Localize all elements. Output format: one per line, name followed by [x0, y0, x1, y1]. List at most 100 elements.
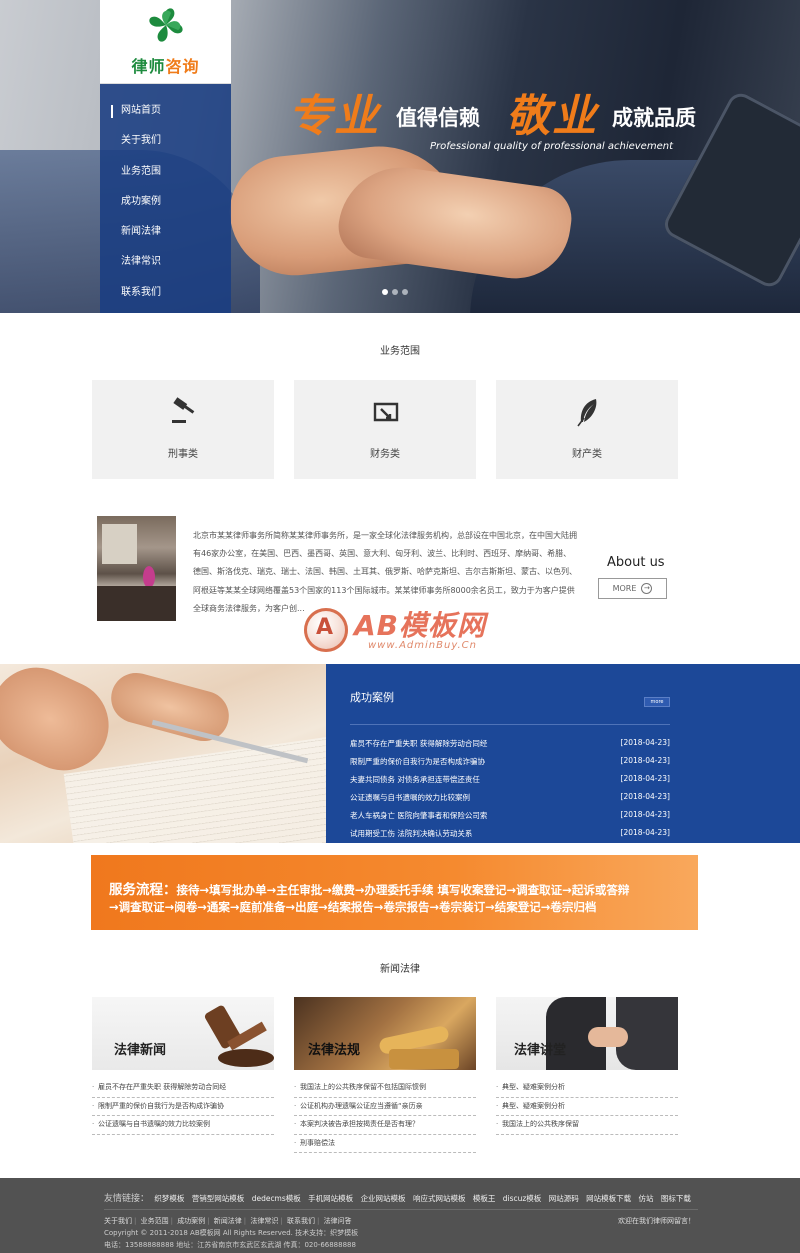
- news-item[interactable]: 本案判决被告承担按揭责任是否有理？: [294, 1116, 476, 1135]
- news-column-legal-news: 法律新闻 雇员不存在严重失职 获得解除劳动合同经 限制严重的保价自我行为是否构成…: [92, 997, 274, 1135]
- process-heading: 服务流程：: [109, 882, 177, 898]
- friend-link[interactable]: 营销型网站模板: [192, 1194, 245, 1203]
- news-item[interactable]: 刑事赔偿法: [294, 1135, 476, 1153]
- friend-link[interactable]: 织梦模板: [154, 1194, 184, 1203]
- about-heading: About us: [607, 555, 665, 570]
- case-row[interactable]: 限制严重的保价自我行为是否构成诈骗协 [2018-04-23]: [350, 756, 670, 774]
- cases-photo: [0, 664, 326, 843]
- case-row[interactable]: 夫妻共同债务 对债务承担连带偿还责任 [2018-04-23]: [350, 774, 670, 792]
- footer-nav-link[interactable]: 成功案例: [177, 1217, 205, 1225]
- finance-icon: [373, 402, 399, 422]
- divider: [104, 1209, 698, 1210]
- case-row[interactable]: 公证遗嘱与自书遗嘱的效力比较案例 [2018-04-23]: [350, 792, 670, 810]
- carousel-dot[interactable]: [402, 289, 408, 295]
- nav-item-contact[interactable]: 联系我们: [100, 278, 231, 308]
- carousel-dot[interactable]: [392, 289, 398, 295]
- friend-links: 友情链接： 织梦模板 营销型网站模板 dedecms模板 手机网站模板 企业网站…: [104, 1191, 696, 1204]
- case-row[interactable]: 老人车祸身亡 医院向肇事者和保险公司索 [2018-04-23]: [350, 810, 670, 828]
- watermark-title: AB模板网: [354, 609, 487, 642]
- footer-nav: 关于我们 | 业务范围 | 成功案例 | 新闻法律 | 法律常识 | 联系我们 | 法律问答: [104, 1217, 352, 1225]
- news-column-lecture: 法律讲堂 典型、疑难案例分析 典型、疑难案例分析 我国法上的公共秩序保留: [496, 997, 678, 1135]
- pinwheel-logo-icon: [149, 8, 183, 42]
- logo-text: 律师咨询: [131, 57, 200, 76]
- nav-item-knowledge[interactable]: 法律常识: [100, 247, 231, 277]
- news-image[interactable]: 法律讲堂: [496, 997, 678, 1070]
- service-label: 刑事类: [168, 449, 198, 460]
- case-row[interactable]: 雇员不存在严重失职 获得解除劳动合同经 [2018-04-23]: [350, 738, 670, 756]
- news-item[interactable]: 雇员不存在严重失职 获得解除劳动合同经: [92, 1079, 274, 1098]
- about-office-image: [97, 516, 176, 621]
- news-list: 典型、疑难案例分析 典型、疑难案例分析 我国法上的公共秩序保留: [496, 1079, 678, 1135]
- gavel-icon: [172, 397, 195, 423]
- slogan-text-1: 值得信赖: [396, 106, 480, 130]
- carousel-dot[interactable]: [382, 289, 388, 295]
- friend-link[interactable]: 网站源码: [549, 1194, 579, 1203]
- news-item[interactable]: 公证机构办理遗嘱公证应当遵循“亲历亲: [294, 1098, 476, 1116]
- cases-panel: 成功案例 more 雇员不存在严重失职 获得解除劳动合同经 [2018-04-23…: [326, 664, 800, 843]
- slogan-english: Professional quality of professional ach…: [430, 141, 673, 152]
- slogan-calligraphy-2: 敬业: [506, 91, 598, 142]
- news-list: 雇员不存在严重失职 获得解除劳动合同经 限制严重的保价自我行为是否构成诈骗协 公…: [92, 1079, 274, 1135]
- friend-link[interactable]: 图标下载: [661, 1194, 691, 1203]
- nav-item-cases[interactable]: 成功案例: [100, 187, 231, 217]
- news-item[interactable]: 公证遗嘱与自书遗嘱的效力比较案例: [92, 1116, 274, 1135]
- news-caption: 法律法规: [308, 1043, 361, 1058]
- more-label: MORE: [612, 584, 637, 593]
- news-image[interactable]: 法律新闻: [92, 997, 274, 1070]
- service-card-finance[interactable]: 财务类: [294, 380, 476, 479]
- news-caption: 法律新闻: [114, 1043, 167, 1058]
- process-line-1: 服务流程：接待→填写批办单→主任审批→缴费→办理委托手续 填写收案登记→调查取证…: [109, 882, 630, 898]
- friend-link[interactable]: 手机网站模板: [308, 1194, 353, 1203]
- footer-nav-link[interactable]: 联系我们: [287, 1217, 315, 1225]
- footer-nav-link[interactable]: 新闻法律: [214, 1217, 242, 1225]
- friend-link[interactable]: 模板王: [473, 1194, 496, 1203]
- side-navigation: 律师咨询 网站首页 关于我们 业务范围 成功案例 新闻法律 法律常识 联系我们: [100, 0, 231, 313]
- news-caption: 法律讲堂: [514, 1043, 567, 1058]
- news-item[interactable]: 我国法上的公共秩序保留不包括国际惯例: [294, 1079, 476, 1098]
- footer-contact: 电话：13588888888 地址：江苏省南京市玄武区玄武湖 传真：020-66…: [104, 1241, 356, 1249]
- banner-slogan: 专业 值得信赖 敬业 成就品质: [288, 80, 728, 142]
- nav-item-services[interactable]: 业务范围: [100, 157, 231, 187]
- watermark-logo: A AB模板网 www.AdminBuy.Cn: [304, 602, 514, 672]
- friend-link[interactable]: 企业网站模板: [361, 1194, 406, 1203]
- news-item[interactable]: 典型、疑难案例分析: [496, 1079, 678, 1098]
- friend-link[interactable]: 网站模板下载: [586, 1194, 631, 1203]
- nav-item-news[interactable]: 新闻法律: [100, 217, 231, 247]
- news-item[interactable]: 我国法上的公共秩序保留: [496, 1116, 678, 1135]
- news-item[interactable]: 限制严重的保价自我行为是否构成诈骗协: [92, 1098, 274, 1116]
- friend-link[interactable]: 仿站: [638, 1194, 653, 1203]
- logo[interactable]: 律师咨询: [100, 0, 231, 84]
- friend-link[interactable]: dedecms模板: [252, 1194, 301, 1203]
- watermark-url: www.AdminBuy.Cn: [368, 640, 477, 651]
- cases-title: 成功案例: [350, 691, 394, 704]
- news-column-regulations: 法律法规 我国法上的公共秩序保留不包括国际惯例 公证机构办理遗嘱公证应当遵循“亲…: [294, 997, 476, 1153]
- cases-more-button[interactable]: more: [644, 697, 670, 707]
- arrow-right-icon: →: [641, 583, 653, 594]
- footer-nav-link[interactable]: 业务范围: [141, 1217, 169, 1225]
- service-process-banner: 服务流程：接待→填写批办单→主任审批→缴费→办理委托手续 填写收案登记→调查取证…: [91, 855, 698, 930]
- services-title: 业务范围: [380, 346, 420, 357]
- service-card-property[interactable]: 财产类: [496, 380, 678, 479]
- footer-copyright: Copyright © 2011-2018 AB模板网 All Rights R…: [104, 1229, 359, 1237]
- watermark-badge-icon: A: [304, 608, 348, 652]
- footer-nav-link[interactable]: 法律问答: [324, 1217, 352, 1225]
- slogan-calligraphy-1: 专业: [288, 91, 380, 142]
- nav-menu: 网站首页 关于我们 业务范围 成功案例 新闻法律 法律常识 联系我们: [100, 84, 231, 308]
- process-line-2: →调查取证→阅卷→通案→庭前准备→出庭→结案报告→卷宗报告→卷宗装订→结案登记→…: [109, 900, 597, 914]
- friend-link[interactable]: 响应式网站模板: [413, 1194, 466, 1203]
- friend-link[interactable]: discuz模板: [503, 1194, 542, 1203]
- nav-item-home[interactable]: 网站首页: [100, 96, 231, 126]
- news-title: 新闻法律: [380, 964, 420, 975]
- footer: 友情链接： 织梦模板 营销型网站模板 dedecms模板 手机网站模板 企业网站…: [0, 1178, 800, 1253]
- friend-links-label: 友情链接：: [104, 1194, 150, 1204]
- service-label: 财务类: [370, 449, 400, 460]
- footer-nav-link[interactable]: 法律常识: [250, 1217, 278, 1225]
- news-image[interactable]: 法律法规: [294, 997, 476, 1070]
- service-card-criminal[interactable]: 刑事类: [92, 380, 274, 479]
- nav-item-about[interactable]: 关于我们: [100, 126, 231, 156]
- news-list: 我国法上的公共秩序保留不包括国际惯例 公证机构办理遗嘱公证应当遵循“亲历亲 本案…: [294, 1079, 476, 1153]
- case-row[interactable]: 试用期受工伤 法院判决确认劳动关系 [2018-04-23]: [350, 828, 670, 846]
- about-more-button[interactable]: MORE →: [598, 578, 667, 599]
- footer-nav-link[interactable]: 关于我们: [104, 1217, 132, 1225]
- news-item[interactable]: 典型、疑难案例分析: [496, 1098, 678, 1116]
